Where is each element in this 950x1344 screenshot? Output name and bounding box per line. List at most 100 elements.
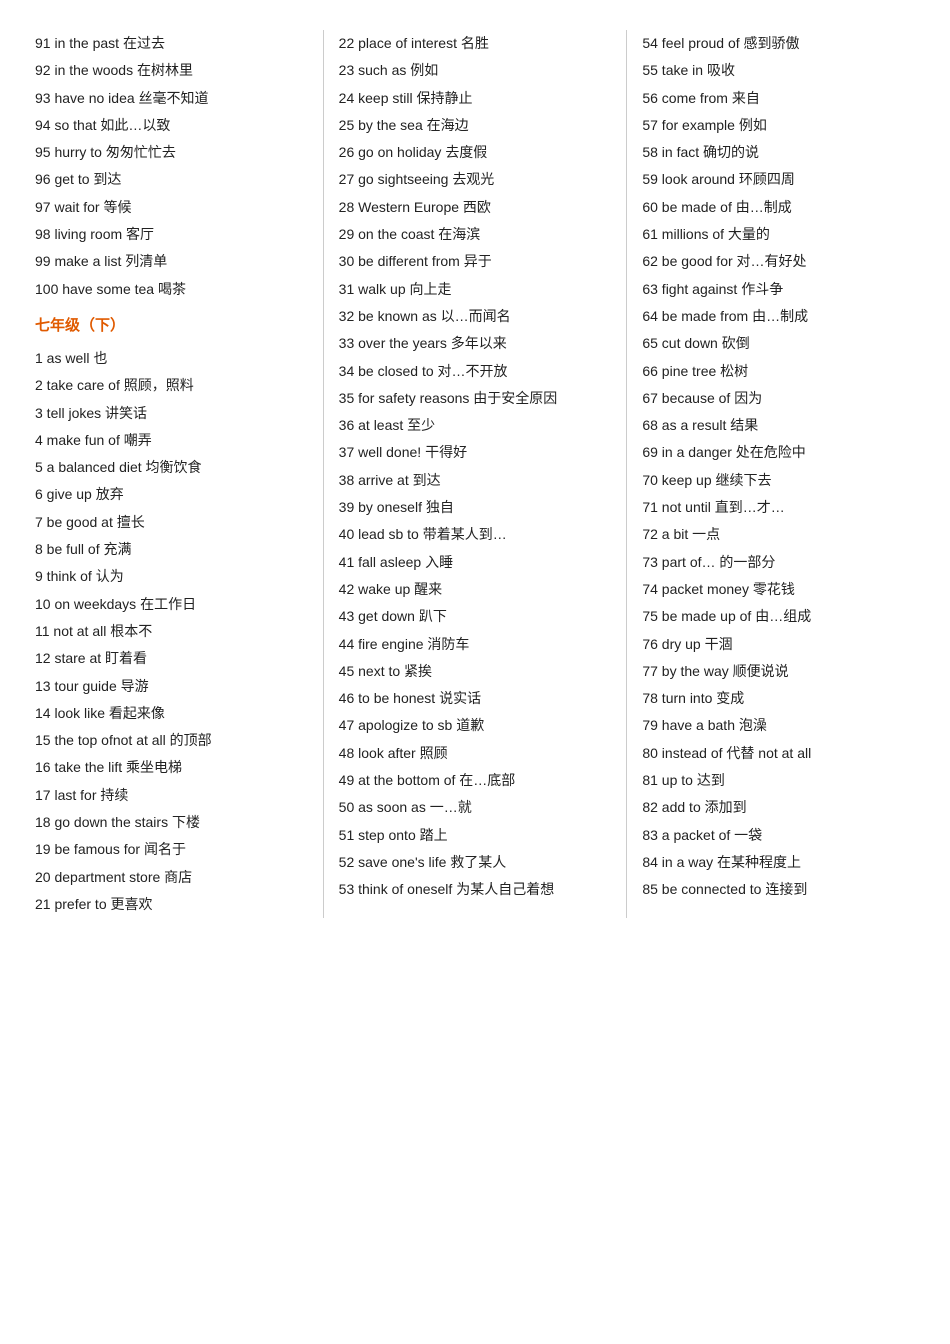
list-item: 9 think of 认为	[35, 563, 308, 590]
list-item: 38 arrive at 到达	[339, 467, 612, 494]
list-item: 81 up to 达到	[642, 767, 915, 794]
list-item: 75 be made up of 由…组成	[642, 603, 915, 630]
list-item: 24 keep still 保持静止	[339, 85, 612, 112]
list-item: 58 in fact 确切的说	[642, 139, 915, 166]
list-item: 61 millions of 大量的	[642, 221, 915, 248]
list-item: 72 a bit 一点	[642, 521, 915, 548]
list-item: 1 as well 也	[35, 345, 308, 372]
list-item: 33 over the years 多年以来	[339, 330, 612, 357]
list-item: 14 look like 看起来像	[35, 700, 308, 727]
list-item: 32 be known as 以…而闻名	[339, 303, 612, 330]
list-item: 92 in the woods 在树林里	[35, 57, 308, 84]
list-item: 2 take care of 照顾，照料	[35, 372, 308, 399]
list-item: 55 take in 吸收	[642, 57, 915, 84]
list-item: 7 be good at 擅长	[35, 509, 308, 536]
list-item: 53 think of oneself 为某人自己着想	[339, 876, 612, 903]
list-item: 22 place of interest 名胜	[339, 30, 612, 57]
list-item: 80 instead of 代替 not at all	[642, 740, 915, 767]
list-item: 97 wait for 等候	[35, 194, 308, 221]
list-item: 30 be different from 异于	[339, 248, 612, 275]
list-item: 28 Western Europe 西欧	[339, 194, 612, 221]
list-item: 5 a balanced diet 均衡饮食	[35, 454, 308, 481]
list-item: 79 have a bath 泡澡	[642, 712, 915, 739]
list-item: 18 go down the stairs 下楼	[35, 809, 308, 836]
list-item: 82 add to 添加到	[642, 794, 915, 821]
list-item: 67 because of 因为	[642, 385, 915, 412]
list-item: 70 keep up 继续下去	[642, 467, 915, 494]
list-item: 95 hurry to 匆匆忙忙去	[35, 139, 308, 166]
list-item: 27 go sightseeing 去观光	[339, 166, 612, 193]
list-item: 43 get down 趴下	[339, 603, 612, 630]
column-2: 22 place of interest 名胜23 such as 例如24 k…	[324, 30, 628, 918]
list-item: 10 on weekdays 在工作日	[35, 591, 308, 618]
main-content: 91 in the past 在过去92 in the woods 在树林里93…	[20, 30, 930, 918]
list-item: 12 stare at 盯着看	[35, 645, 308, 672]
list-item: 74 packet money 零花钱	[642, 576, 915, 603]
list-item: 84 in a way 在某种程度上	[642, 849, 915, 876]
list-item: 26 go on holiday 去度假	[339, 139, 612, 166]
list-item: 3 tell jokes 讲笑话	[35, 400, 308, 427]
section-header: 七年级（下）	[35, 311, 308, 341]
list-item: 23 such as 例如	[339, 57, 612, 84]
list-item: 54 feel proud of 感到骄傲	[642, 30, 915, 57]
list-item: 19 be famous for 闻名于	[35, 836, 308, 863]
list-item: 56 come from 来自	[642, 85, 915, 112]
list-item: 65 cut down 砍倒	[642, 330, 915, 357]
list-item: 52 save one's life 救了某人	[339, 849, 612, 876]
list-item: 51 step onto 踏上	[339, 822, 612, 849]
list-item: 57 for example 例如	[642, 112, 915, 139]
list-item: 76 dry up 干涸	[642, 631, 915, 658]
list-item: 77 by the way 顺便说说	[642, 658, 915, 685]
list-item: 71 not until 直到…才…	[642, 494, 915, 521]
list-item: 63 fight against 作斗争	[642, 276, 915, 303]
list-item: 40 lead sb to 带着某人到…	[339, 521, 612, 548]
list-item: 25 by the sea 在海边	[339, 112, 612, 139]
column-3: 54 feel proud of 感到骄傲55 take in 吸收56 com…	[627, 30, 930, 918]
column-1: 91 in the past 在过去92 in the woods 在树林里93…	[20, 30, 324, 918]
list-item: 11 not at all 根本不	[35, 618, 308, 645]
list-item: 35 for safety reasons 由于安全原因	[339, 385, 612, 412]
list-item: 93 have no idea 丝毫不知道	[35, 85, 308, 112]
list-item: 42 wake up 醒来	[339, 576, 612, 603]
list-item: 29 on the coast 在海滨	[339, 221, 612, 248]
list-item: 59 look around 环顾四周	[642, 166, 915, 193]
list-item: 64 be made from 由…制成	[642, 303, 915, 330]
list-item: 99 make a list 列清单	[35, 248, 308, 275]
list-item: 16 take the lift 乘坐电梯	[35, 754, 308, 781]
list-item: 41 fall asleep 入睡	[339, 549, 612, 576]
list-item: 62 be good for 对…有好处	[642, 248, 915, 275]
list-item: 37 well done! 干得好	[339, 439, 612, 466]
list-item: 69 in a danger 处在危险中	[642, 439, 915, 466]
list-item: 83 a packet of 一袋	[642, 822, 915, 849]
list-item: 66 pine tree 松树	[642, 358, 915, 385]
list-item: 47 apologize to sb 道歉	[339, 712, 612, 739]
list-item: 85 be connected to 连接到	[642, 876, 915, 903]
list-item: 49 at the bottom of 在…底部	[339, 767, 612, 794]
list-item: 34 be closed to 对…不开放	[339, 358, 612, 385]
list-item: 21 prefer to 更喜欢	[35, 891, 308, 918]
list-item: 46 to be honest 说实话	[339, 685, 612, 712]
list-item: 100 have some tea 喝茶	[35, 276, 308, 303]
list-item: 6 give up 放弃	[35, 481, 308, 508]
list-item: 4 make fun of 嘲弄	[35, 427, 308, 454]
list-item: 17 last for 持续	[35, 782, 308, 809]
list-item: 60 be made of 由…制成	[642, 194, 915, 221]
list-item: 36 at least 至少	[339, 412, 612, 439]
list-item: 31 walk up 向上走	[339, 276, 612, 303]
list-item: 78 turn into 变成	[642, 685, 915, 712]
list-item: 96 get to 到达	[35, 166, 308, 193]
list-item: 91 in the past 在过去	[35, 30, 308, 57]
list-item: 50 as soon as 一…就	[339, 794, 612, 821]
list-item: 39 by oneself 独自	[339, 494, 612, 521]
list-item: 45 next to 紧挨	[339, 658, 612, 685]
list-item: 13 tour guide 导游	[35, 673, 308, 700]
list-item: 98 living room 客厅	[35, 221, 308, 248]
list-item: 20 department store 商店	[35, 864, 308, 891]
list-item: 8 be full of 充满	[35, 536, 308, 563]
list-item: 44 fire engine 消防车	[339, 631, 612, 658]
list-item: 94 so that 如此…以致	[35, 112, 308, 139]
list-item: 68 as a result 结果	[642, 412, 915, 439]
list-item: 73 part of… 的一部分	[642, 549, 915, 576]
list-item: 15 the top ofnot at all 的顶部	[35, 727, 308, 754]
list-item: 48 look after 照顾	[339, 740, 612, 767]
